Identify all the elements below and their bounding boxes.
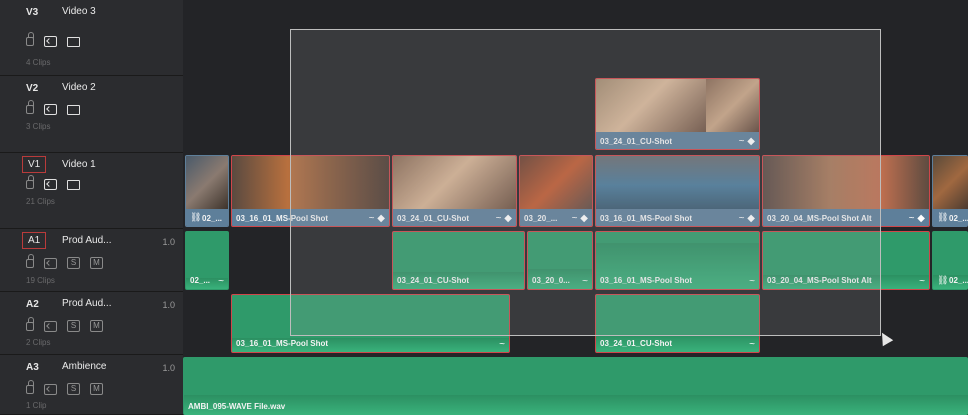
- track-header-a3: A3 Ambience 1.0 S M 1 Clip: [0, 355, 183, 415]
- clip-count: 1 Clip: [26, 401, 47, 410]
- mute-button[interactable]: M: [90, 320, 103, 332]
- fx-icon: ~: [499, 339, 505, 350]
- lock-icon[interactable]: [26, 100, 34, 114]
- clip-name: 02_...: [949, 214, 968, 223]
- clip-count: 4 Clips: [26, 58, 51, 67]
- fx-icon: ~: [749, 339, 755, 350]
- track-id: V3: [26, 7, 39, 18]
- fx-icon: ~: [919, 276, 925, 287]
- video-clip[interactable]: ⛓ 02_...: [932, 155, 968, 227]
- auto-select-icon[interactable]: [44, 383, 57, 395]
- track-volume: 1.0: [162, 363, 175, 373]
- track-header-a1: A1 Prod Aud... 1.0 S M 19 Clips: [0, 229, 183, 292]
- lock-icon[interactable]: [26, 253, 34, 268]
- auto-select-icon[interactable]: [44, 104, 57, 115]
- track-name[interactable]: Video 1: [62, 159, 96, 170]
- track-header-v1: V1 Video 1 21 Clips: [0, 153, 183, 229]
- track-volume: 1.0: [162, 237, 175, 247]
- lock-icon[interactable]: [26, 316, 34, 331]
- lock-icon[interactable]: [26, 175, 34, 189]
- lock-icon[interactable]: [26, 379, 34, 394]
- audio-clip[interactable]: AMBI_095-WAVE File.wav: [183, 357, 968, 415]
- clip-name: AMBI_095-WAVE File.wav: [188, 402, 286, 411]
- link-icon: ⛓: [937, 212, 949, 222]
- mute-button[interactable]: M: [90, 257, 103, 269]
- audio-clip[interactable]: 02_... ~: [185, 231, 229, 290]
- link-icon: ⛓: [190, 212, 202, 222]
- clip-count: 2 Clips: [26, 338, 51, 347]
- track-header-v3: V3 Video 3 4 Clips: [0, 0, 183, 76]
- track-name[interactable]: Ambience: [62, 361, 106, 372]
- auto-select-icon[interactable]: [44, 320, 57, 332]
- auto-select-icon[interactable]: [44, 257, 57, 269]
- track-name[interactable]: Video 2: [62, 82, 96, 93]
- solo-button[interactable]: S: [67, 383, 80, 395]
- track-id: A2: [26, 299, 39, 310]
- auto-select-icon[interactable]: [44, 179, 57, 190]
- monitor-icon[interactable]: [67, 104, 80, 115]
- solo-button[interactable]: S: [67, 257, 80, 269]
- track-name[interactable]: Prod Aud...: [62, 298, 111, 309]
- clip-name: 03_24_01_CU-Shot: [600, 339, 673, 348]
- monitor-icon[interactable]: [67, 36, 80, 47]
- solo-button[interactable]: S: [67, 320, 80, 332]
- clip-count: 21 Clips: [26, 197, 55, 206]
- lock-icon[interactable]: [26, 32, 34, 46]
- track-volume: 1.0: [162, 300, 175, 310]
- fx-icon: ~: [218, 276, 224, 287]
- auto-select-icon[interactable]: [44, 36, 57, 47]
- mute-button[interactable]: M: [90, 383, 103, 395]
- track-id[interactable]: A1: [22, 232, 47, 249]
- clip-name: 03_16_01_MS-Pool Shot: [236, 339, 329, 348]
- selection-marquee: [290, 29, 881, 336]
- monitor-icon[interactable]: [67, 179, 80, 190]
- track-id: A3: [26, 362, 39, 373]
- clip-count: 19 Clips: [26, 276, 55, 285]
- clip-name: 02_...: [949, 276, 968, 285]
- clip-name: 02_...: [202, 214, 223, 223]
- clip-count: 3 Clips: [26, 122, 51, 131]
- track-name[interactable]: Video 3: [62, 6, 96, 17]
- track-id[interactable]: V1: [22, 156, 47, 173]
- fx-icon: ~ ◆: [908, 213, 925, 224]
- track-id: V2: [26, 83, 39, 94]
- link-icon: ⛓: [937, 275, 949, 285]
- video-clip[interactable]: ⛓ 02_...: [185, 155, 229, 227]
- track-name[interactable]: Prod Aud...: [62, 235, 111, 246]
- audio-clip[interactable]: ⛓ 02_...: [932, 231, 968, 290]
- track-header-v2: V2 Video 2 3 Clips: [0, 76, 183, 153]
- clip-name: 02_...: [190, 276, 211, 285]
- track-header-a2: A2 Prod Aud... 1.0 S M 2 Clips: [0, 292, 183, 355]
